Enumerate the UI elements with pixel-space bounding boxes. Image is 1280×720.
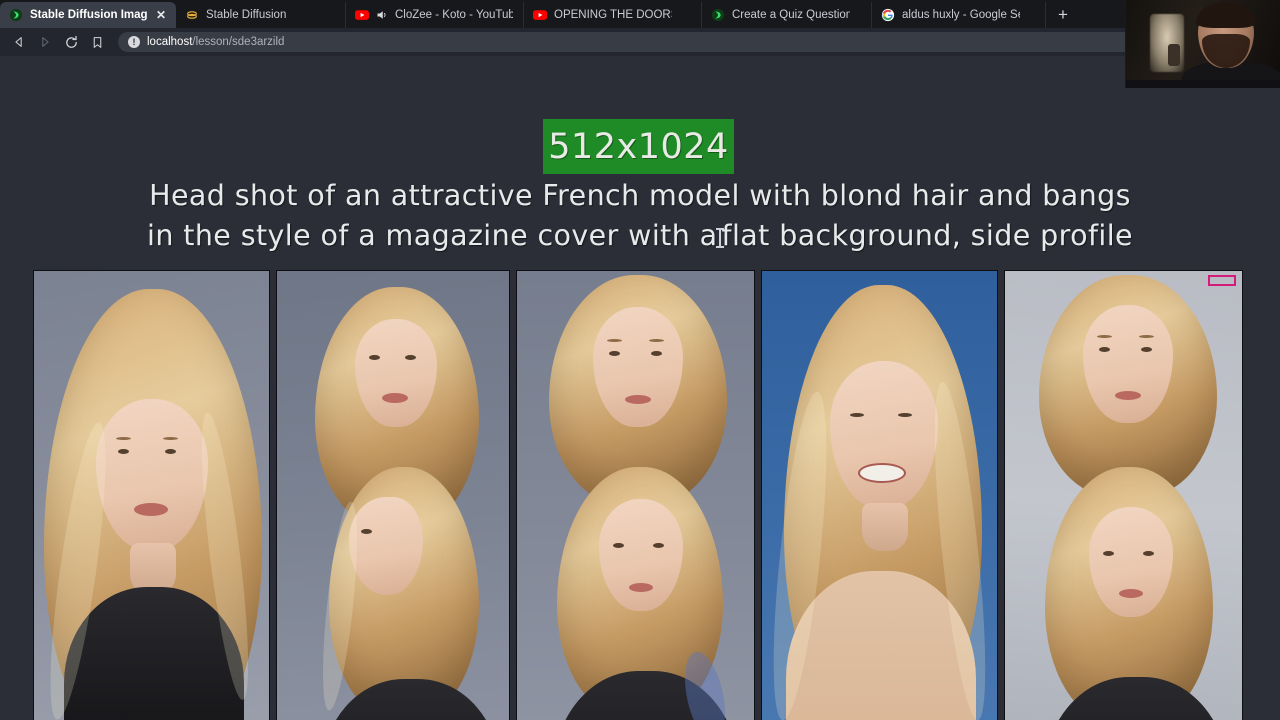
portrait-eye-profile [361, 529, 372, 534]
youtube-favicon [355, 10, 369, 20]
tab-title: aldus huxly - Google Search [902, 9, 1020, 21]
prompt-line-2: in the style of a magazine cover with af… [0, 216, 1280, 256]
tab-close-icon[interactable]: ✕ [155, 9, 167, 21]
portrait-eye-right [898, 413, 912, 417]
webcam-desk-object [1168, 44, 1180, 66]
text-cursor-icon [715, 228, 724, 248]
back-button[interactable] [8, 31, 30, 53]
tab-title: OPENING THE DOORS OF CREAT [554, 9, 672, 21]
browser-tab-5[interactable]: Create a Quiz Question - deepliz [702, 2, 872, 28]
tab-title: Create a Quiz Question - deepliz [732, 9, 850, 21]
url-host: localhost [147, 36, 193, 48]
browser-tab-6[interactable]: aldus huxly - Google Search [872, 2, 1046, 28]
tab-title: CloZee - Koto - YouTube [395, 9, 513, 21]
portrait-eye-left-lower [1103, 551, 1114, 556]
url-path: /lesson/sde3arzild [192, 36, 285, 48]
prompt-line-2-part-2: flat background, side profile [721, 219, 1133, 252]
gallery-image-2[interactable] [276, 270, 510, 720]
portrait-eye-left [609, 351, 620, 356]
generated-image-gallery [33, 270, 1247, 720]
lesson-page: 512x1024 Head shot of an attractive Fren… [0, 56, 1280, 720]
portrait-brow-right [649, 339, 664, 342]
gallery-image-4[interactable] [761, 270, 998, 720]
portrait-brow-left [116, 437, 131, 440]
prompt-line-2-part-1: in the style of a magazine cover with a [147, 219, 718, 252]
selection-marker[interactable] [1208, 275, 1236, 286]
address-bar[interactable]: ! localhost/lesson/sde3arzild [118, 32, 1147, 52]
portrait-eye-left [369, 355, 380, 360]
site-security-icon[interactable]: ! [128, 36, 140, 48]
gallery-image-1[interactable] [33, 270, 270, 720]
portrait-eye-left [850, 413, 864, 417]
portrait-mouth-lower [629, 583, 653, 592]
portrait-mouth-smile [858, 463, 906, 483]
portrait-eye-right [1141, 347, 1152, 352]
bookmark-icon [93, 36, 101, 48]
portrait-brow-left [607, 339, 622, 342]
youtube-favicon [533, 10, 547, 20]
browser-tab-4[interactable]: OPENING THE DOORS OF CREAT [524, 2, 702, 28]
portrait-eye-left [118, 449, 129, 454]
gallery-image-5[interactable] [1004, 270, 1243, 720]
stable-diffusion-favicon [185, 8, 199, 22]
prompt-line-1: Head shot of an attractive French model … [149, 179, 1131, 212]
tab-strip: Stable Diffusion Image Resol ✕ Stable Di… [0, 0, 1280, 28]
bookmark-button[interactable] [86, 31, 108, 53]
portrait-eye-right [405, 355, 416, 360]
tab-title: Stable Diffusion Image Resol [30, 9, 148, 21]
url-text: localhost/lesson/sde3arzild [147, 36, 284, 48]
portrait-brow-left [1097, 335, 1112, 338]
portrait-mouth [625, 395, 651, 404]
portrait-mouth [1115, 391, 1141, 400]
reload-button[interactable] [60, 31, 82, 53]
resolution-label: 512x1024 [548, 126, 729, 167]
portrait-mouth [382, 393, 408, 403]
new-tab-button[interactable]: + [1046, 2, 1080, 28]
portrait-eye-left [1099, 347, 1110, 352]
browser-tab-3[interactable]: CloZee - Koto - YouTube [346, 2, 524, 28]
portrait-neck [862, 503, 908, 551]
portrait-eye-right [651, 351, 662, 356]
portrait-brow-right [1139, 335, 1154, 338]
forward-button[interactable] [34, 31, 56, 53]
portrait-mouth [134, 503, 168, 516]
gallery-image-3[interactable] [516, 270, 755, 720]
audio-playing-icon[interactable] [376, 9, 388, 21]
prompt-text: Head shot of an attractive French model … [0, 176, 1280, 256]
stable-diffusion-favicon [9, 8, 23, 22]
portrait-mouth-lower [1119, 589, 1143, 598]
portrait-eye-right [165, 449, 176, 454]
google-favicon [881, 8, 895, 22]
browser-window: Stable Diffusion Image Resol ✕ Stable Di… [0, 0, 1280, 720]
browser-toolbar: ! localhost/lesson/sde3arzild [0, 28, 1280, 56]
portrait-brow-right [163, 437, 178, 440]
back-arrow-icon [15, 37, 22, 47]
portrait-eye-left-lower [613, 543, 624, 548]
forward-arrow-icon [42, 37, 49, 47]
webcam-bottom-bar [1126, 80, 1280, 88]
portrait-face-lower [349, 497, 423, 595]
portrait-eye-right-lower [653, 543, 664, 548]
portrait-eye-right-lower [1143, 551, 1154, 556]
stable-diffusion-favicon [711, 8, 725, 22]
browser-tab-1[interactable]: Stable Diffusion Image Resol ✕ [0, 2, 176, 28]
presenter-webcam-overlay [1125, 0, 1280, 88]
resolution-banner: 512x1024 [543, 119, 734, 174]
tab-title: Stable Diffusion [206, 9, 287, 21]
browser-tab-2[interactable]: Stable Diffusion [176, 2, 346, 28]
reload-icon [65, 35, 77, 48]
